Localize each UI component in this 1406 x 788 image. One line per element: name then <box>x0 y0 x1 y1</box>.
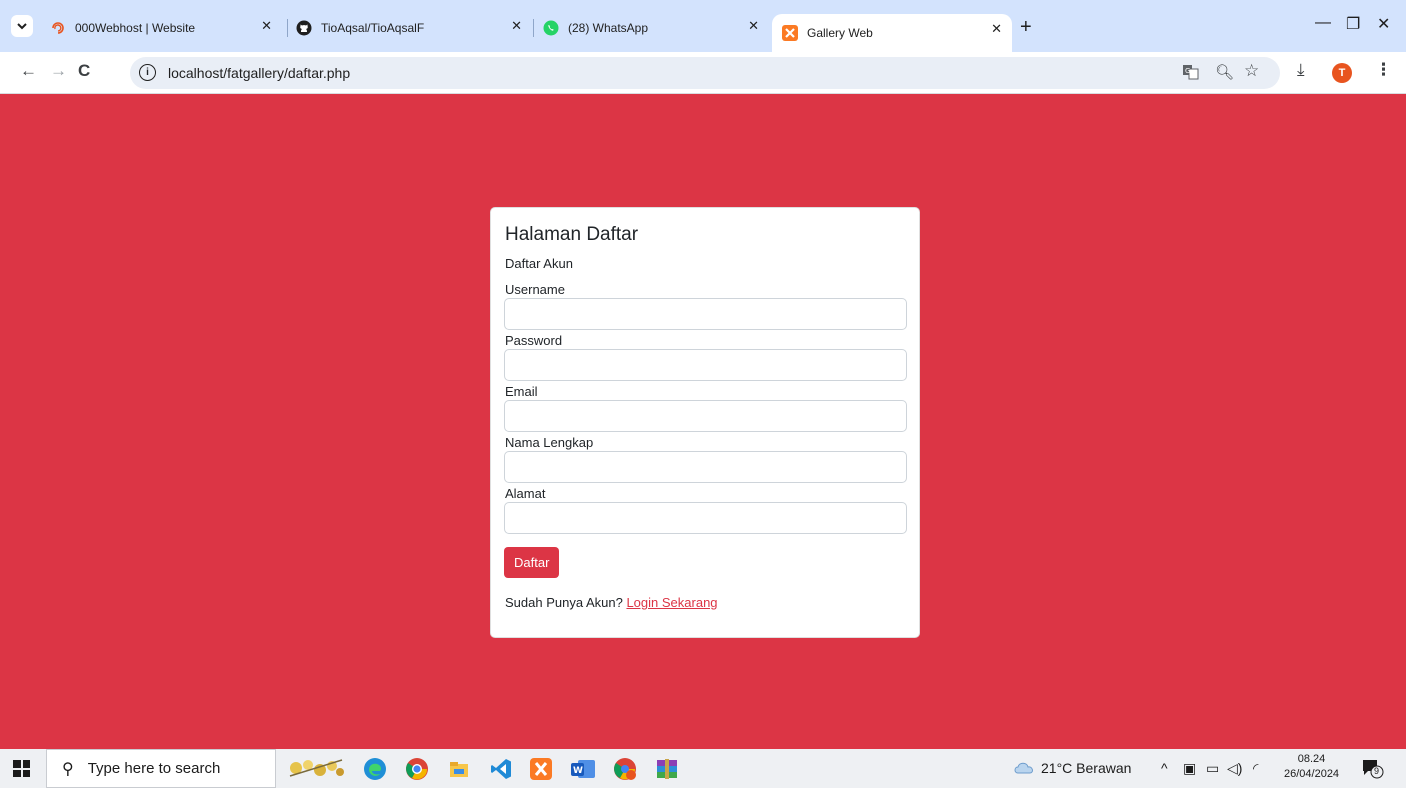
windows-taskbar: ⚲ Type here to search W 21°C Berawan ^ ▣… <box>0 749 1406 788</box>
tab-search-button[interactable] <box>11 15 33 37</box>
login-prompt-text: Sudah Punya Akun? <box>505 595 623 610</box>
fullname-label: Nama Lengkap <box>505 435 594 450</box>
zoom-icon[interactable]: 🔍︎ <box>1215 63 1234 81</box>
tab-title: 000Webhost | Website <box>75 21 196 35</box>
github-icon <box>296 20 312 36</box>
site-info-icon[interactable]: i <box>139 64 156 81</box>
address-label: Alamat <box>505 486 546 501</box>
username-label: Username <box>505 282 565 297</box>
page-title: Halaman Daftar <box>505 224 639 245</box>
password-label: Password <box>505 333 563 348</box>
download-icon[interactable]: ⤓ <box>1297 60 1305 80</box>
browser-tab-bar: 000Webhost | Website ✕ TioAqsal/TioAqsal… <box>0 0 1406 52</box>
address-input[interactable] <box>504 502 907 534</box>
whatsapp-icon <box>543 20 559 36</box>
notification-count: 9 <box>1374 766 1380 776</box>
close-icon[interactable]: ✕ <box>511 18 522 34</box>
000webhost-icon <box>50 20 66 36</box>
clock[interactable]: 08.24 26/04/2024 <box>1284 752 1339 782</box>
reload-icon[interactable]: C <box>78 61 90 81</box>
username-input[interactable] <box>504 298 907 330</box>
vscode-icon[interactable] <box>488 756 514 782</box>
tab-whatsapp[interactable]: (28) WhatsApp ✕ <box>543 14 765 42</box>
close-window-icon[interactable]: ✕ <box>1377 14 1390 34</box>
new-tab-button[interactable]: + <box>1020 16 1032 39</box>
password-input[interactable] <box>504 349 907 381</box>
close-icon[interactable]: ✕ <box>748 18 759 34</box>
back-icon[interactable]: ← <box>20 61 37 81</box>
battery-icon[interactable]: ▭ <box>1206 760 1219 777</box>
minimize-icon[interactable]: — <box>1315 14 1331 32</box>
chrome-profile-icon[interactable] <box>612 756 638 782</box>
weather-cloud-icon[interactable] <box>1012 759 1036 778</box>
volume-icon[interactable]: ◁) <box>1227 760 1242 777</box>
address-bar[interactable]: i localhost/fatgallery/daftar.php G 🔍︎ ☆ <box>130 57 1280 89</box>
forward-icon[interactable]: → <box>50 61 67 81</box>
svg-text:W: W <box>573 766 583 776</box>
weather-text[interactable]: 21°C Berawan <box>1041 760 1131 776</box>
search-placeholder: Type here to search <box>87 760 221 777</box>
svg-text:G: G <box>1185 67 1190 75</box>
edge-icon[interactable] <box>362 756 388 782</box>
xampp-taskbar-icon[interactable] <box>528 756 554 782</box>
word-icon[interactable]: W <box>570 756 596 782</box>
browser-toolbar: ← → C i localhost/fatgallery/daftar.php … <box>0 52 1406 94</box>
email-input[interactable] <box>504 400 907 432</box>
chevron-down-icon <box>17 23 27 30</box>
close-icon[interactable]: ✕ <box>261 18 272 34</box>
tab-title: Gallery Web <box>807 26 873 40</box>
profile-avatar[interactable]: T <box>1332 63 1352 83</box>
search-icon: ⚲ <box>62 760 74 778</box>
notification-icon[interactable]: 9 <box>1362 759 1384 779</box>
winrar-icon[interactable] <box>654 756 680 782</box>
language-icon[interactable]: ▣ <box>1183 760 1196 777</box>
file-explorer-icon[interactable] <box>446 756 472 782</box>
register-button[interactable]: Daftar <box>504 547 560 578</box>
card-subtitle: Daftar Akun <box>505 256 573 271</box>
translate-icon[interactable]: G <box>1182 63 1199 84</box>
fullname-input[interactable] <box>504 451 907 483</box>
wifi-icon[interactable]: ◜ <box>1253 760 1258 777</box>
xampp-icon <box>782 25 798 41</box>
tab-separator <box>287 19 288 37</box>
email-label: Email <box>505 384 538 399</box>
chrome-icon[interactable] <box>404 756 430 782</box>
tab-title: (28) WhatsApp <box>568 21 649 35</box>
tab-title: TioAqsal/TioAqsalF <box>321 21 425 35</box>
clock-time: 08.24 <box>1297 753 1326 765</box>
clock-date: 26/04/2024 <box>1284 768 1340 780</box>
menu-kebab-icon[interactable]: ⋮ <box>1375 60 1392 80</box>
close-icon[interactable]: ✕ <box>991 21 1002 37</box>
restore-icon[interactable]: ❐ <box>1346 14 1360 34</box>
tab-github[interactable]: TioAqsal/TioAqsalF ✕ <box>296 14 528 42</box>
login-prompt: Sudah Punya Akun? Login Sekarang <box>505 595 718 610</box>
tab-000webhost[interactable]: 000Webhost | Website ✕ <box>50 14 278 42</box>
bookmark-star-icon[interactable]: ☆ <box>1244 61 1259 81</box>
login-link[interactable]: Login Sekarang <box>626 595 717 610</box>
register-card: Halaman Daftar Daftar Akun Username Pass… <box>490 207 920 638</box>
taskbar-search[interactable]: ⚲ Type here to search <box>46 749 276 788</box>
search-highlight-icon[interactable] <box>282 756 350 782</box>
tab-gallery-web[interactable]: Gallery Web ✕ <box>772 14 1012 52</box>
tab-separator <box>533 19 534 37</box>
windows-start-icon[interactable] <box>13 760 30 777</box>
chevron-up-icon[interactable]: ^ <box>1161 760 1168 776</box>
url-text[interactable]: localhost/fatgallery/daftar.php <box>168 65 350 81</box>
